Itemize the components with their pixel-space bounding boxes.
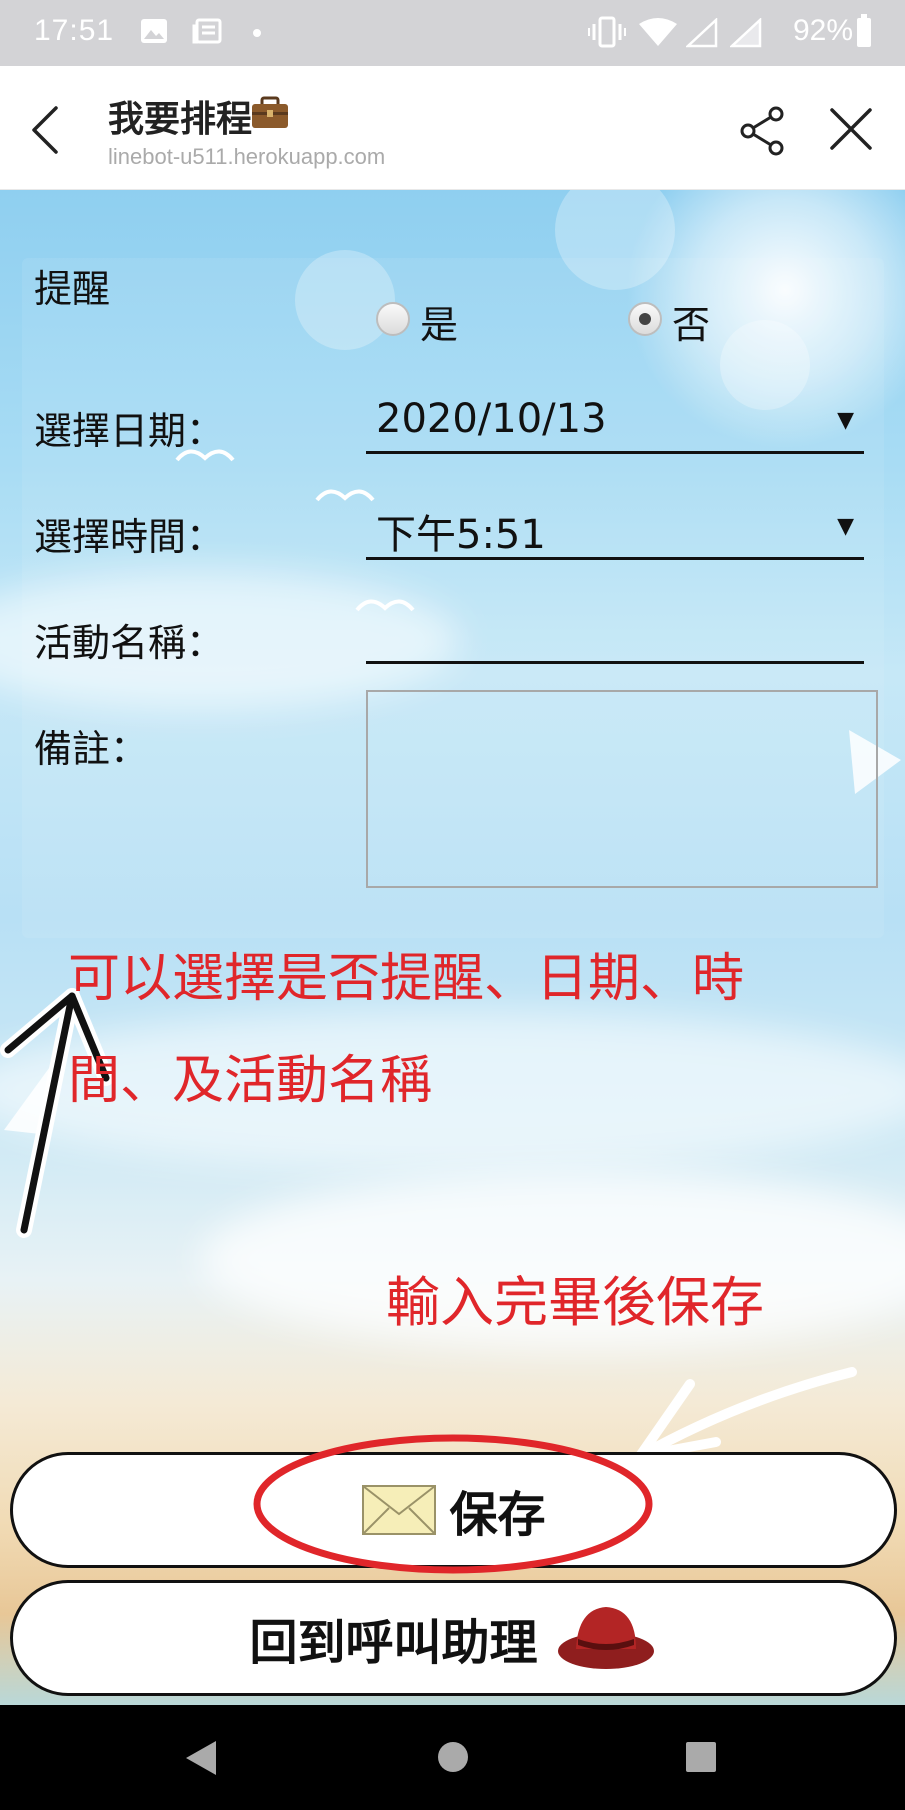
nav-back-icon[interactable]	[184, 1739, 218, 1777]
annotation-text-line2: 間、及活動名稱	[68, 1051, 433, 1111]
battery-icon	[857, 14, 871, 47]
system-nav-bar	[0, 1705, 905, 1810]
nav-home-icon[interactable]	[437, 1741, 469, 1773]
nav-recents-icon[interactable]	[685, 1741, 717, 1773]
back-to-assistant-button[interactable]: 回到呼叫助理	[10, 1580, 897, 1696]
reminder-yes-radio[interactable]	[376, 302, 410, 336]
browser-header: 我要排程 linebot-u511.herokuapp.com	[0, 66, 905, 190]
signal-icon	[686, 18, 718, 48]
status-time: 17:51	[34, 14, 115, 47]
dot-icon	[253, 29, 261, 37]
activity-name-input[interactable]	[366, 600, 864, 664]
battery-percent: 92%	[792, 14, 853, 47]
annotation-circle-red	[253, 1434, 653, 1574]
back-to-assistant-label: 回到呼叫助理	[249, 1615, 538, 1671]
note-label: 備註：	[34, 727, 149, 771]
close-icon[interactable]	[826, 104, 876, 154]
dropdown-arrow-icon: ▼	[837, 514, 854, 539]
annotation-text-line1: 可以選擇是否提醒、日期、時	[68, 949, 745, 1009]
news-icon	[192, 18, 222, 44]
signal-icon	[730, 18, 762, 48]
back-to-assistant-content: 回到呼叫助理	[13, 1583, 894, 1693]
back-arrow-icon[interactable]	[26, 100, 66, 160]
dropdown-arrow-icon: ▼	[837, 408, 854, 433]
reminder-no-radio[interactable]	[628, 302, 662, 336]
reminder-yes-label: 是	[420, 303, 459, 347]
annotation-save-hint: 輸入完畢後保存	[386, 1271, 764, 1334]
page-content: 提醒 是 否 選擇日期： 2020/10/13 ▼ 選擇時間： 下午5:51 ▼…	[0, 190, 905, 1705]
date-select[interactable]: 2020/10/13 ▼	[366, 390, 864, 454]
page-title: 我要排程	[108, 99, 253, 140]
page-url: linebot-u511.herokuapp.com	[108, 144, 386, 169]
wifi-icon	[639, 18, 677, 46]
time-value: 下午5:51	[376, 512, 546, 558]
date-value: 2020/10/13	[376, 396, 607, 442]
share-icon[interactable]	[736, 104, 790, 158]
status-bar: 17:51 92%	[0, 0, 905, 66]
vibrate-icon	[588, 16, 626, 48]
note-textarea[interactable]	[366, 690, 878, 888]
hat-icon	[557, 1607, 654, 1669]
briefcase-icon	[252, 96, 288, 128]
date-label: 選擇日期：	[34, 409, 225, 453]
reminder-label: 提醒	[34, 267, 111, 311]
time-select[interactable]: 下午5:51 ▼	[366, 496, 864, 560]
reminder-no-label: 否	[672, 303, 711, 347]
activity-name-label: 活動名稱：	[34, 621, 225, 665]
image-icon	[141, 19, 167, 43]
time-label: 選擇時間：	[34, 515, 225, 559]
